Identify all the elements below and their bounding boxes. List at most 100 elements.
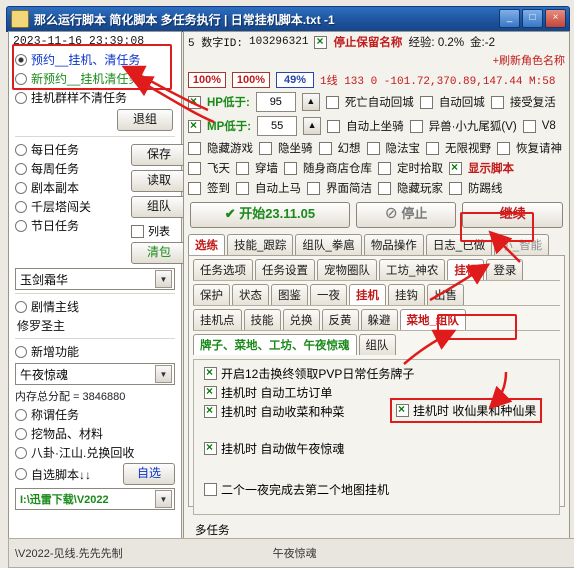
radio-icon[interactable] bbox=[15, 345, 27, 358]
radio-option-group-noclear[interactable]: 挂机群样不清任务 bbox=[9, 88, 181, 107]
minimize-button[interactable]: _ bbox=[499, 9, 520, 28]
tab-item-ops[interactable]: 物品操作 bbox=[363, 234, 424, 255]
hp-threshold-input[interactable] bbox=[255, 92, 296, 112]
radio-icon[interactable] bbox=[15, 446, 27, 459]
tab-afk-2[interactable]: 挂机 bbox=[349, 284, 386, 305]
task-tower[interactable]: 千层塔闯关 bbox=[9, 197, 127, 216]
signin-checkbox[interactable] bbox=[188, 181, 201, 195]
mp-threshold-checkbox[interactable] bbox=[188, 118, 201, 133]
dig-items-radio[interactable]: 挖物品、材料 bbox=[9, 424, 181, 443]
radio-icon[interactable] bbox=[15, 468, 27, 480]
tab-afk[interactable]: 挂机 bbox=[447, 259, 485, 280]
self-select-button[interactable]: 自选 bbox=[123, 463, 175, 485]
option-midnight-soul[interactable]: 挂机时 自动做午夜惊魂 bbox=[198, 439, 555, 458]
task-daily[interactable]: 每日任务 bbox=[9, 140, 127, 159]
tab-tokens-farm-workshop[interactable]: 牌子、菜地、工坊、午夜惊魂 bbox=[193, 334, 357, 355]
refresh-name-link[interactable]: +刷新角色名称 bbox=[493, 52, 565, 68]
restore-god-checkbox[interactable] bbox=[497, 141, 510, 155]
radio-icon[interactable] bbox=[15, 219, 27, 232]
mp-stepper[interactable]: ▲ bbox=[303, 117, 322, 135]
through-wall-checkbox[interactable] bbox=[236, 161, 249, 175]
tab-exchange[interactable]: 兑换 bbox=[282, 309, 320, 330]
quit-group-button[interactable]: 退组 bbox=[117, 109, 173, 131]
checkbox-icon[interactable] bbox=[396, 402, 409, 417]
tab-xuanlian[interactable]: 选练 bbox=[188, 234, 225, 255]
mp-threshold-input[interactable] bbox=[257, 116, 298, 136]
radio-icon[interactable] bbox=[15, 143, 27, 156]
tab-one-night[interactable]: 一夜 bbox=[310, 284, 347, 305]
tab-status[interactable]: 状态 bbox=[232, 284, 269, 305]
checkbox-icon[interactable] bbox=[204, 365, 217, 380]
tab-avoid[interactable]: 躲避 bbox=[360, 309, 398, 330]
tab-smart[interactable]: 小_智能 bbox=[494, 234, 550, 255]
path-combo[interactable]: I:\迅雷下载\V2022 ▼ bbox=[15, 488, 175, 510]
anti-kick-checkbox[interactable] bbox=[378, 161, 391, 175]
checkbox-icon[interactable] bbox=[204, 384, 217, 399]
close-button[interactable]: × bbox=[545, 9, 566, 28]
option-immortal-fruit[interactable]: 挂机时 收仙果和种仙果 bbox=[390, 398, 543, 423]
tab-team[interactable]: 组队 bbox=[358, 334, 396, 355]
radio-icon[interactable] bbox=[15, 427, 27, 440]
pet-fox-checkbox[interactable] bbox=[409, 119, 423, 133]
checkbox-icon[interactable] bbox=[204, 403, 217, 418]
tab-skills[interactable]: 技能 bbox=[243, 309, 281, 330]
stop-keep-name-checkbox[interactable] bbox=[314, 34, 328, 49]
task-script-copy[interactable]: 剧本副本 bbox=[9, 178, 127, 197]
team-button[interactable]: 组队 bbox=[131, 196, 187, 218]
auto-horse-checkbox[interactable] bbox=[236, 181, 249, 195]
start-button[interactable]: ✔ 开始23.11.05 bbox=[190, 202, 350, 228]
chevron-down-icon[interactable]: ▼ bbox=[155, 270, 172, 288]
hide-artifact-checkbox[interactable] bbox=[366, 141, 380, 155]
portable-shop-checkbox[interactable] bbox=[307, 181, 320, 195]
radio-icon[interactable] bbox=[15, 72, 27, 85]
radio-icon[interactable] bbox=[15, 200, 27, 213]
auto-mount-checkbox[interactable] bbox=[327, 119, 341, 133]
tab-login[interactable]: 登录 bbox=[486, 259, 524, 280]
hp-threshold-checkbox[interactable] bbox=[188, 94, 201, 109]
tabs-row-4[interactable]: 挂机点 技能 兑换 反黄 躲避 菜地_组队 bbox=[189, 306, 564, 330]
tab-afk-point[interactable]: 挂机点 bbox=[193, 309, 242, 330]
tabs-row-5[interactable]: 牌子、菜地、工坊、午夜惊魂 组队 bbox=[189, 331, 564, 355]
clear-bag-button[interactable]: 清包 bbox=[131, 242, 187, 264]
tab-log-done[interactable]: 日志_已做 bbox=[425, 234, 493, 255]
auto-return-city-checkbox[interactable] bbox=[419, 95, 433, 109]
tab-task-options[interactable]: 任务选项 bbox=[193, 259, 253, 280]
tab-hook[interactable]: 挂钩 bbox=[388, 284, 425, 305]
show-script-checkbox[interactable] bbox=[449, 160, 462, 175]
task-festival[interactable]: 节日任务 bbox=[9, 216, 127, 235]
radio-icon[interactable] bbox=[15, 91, 27, 104]
checkbox-icon[interactable] bbox=[204, 483, 217, 496]
stop-button[interactable]: ⊘ 停止 bbox=[355, 202, 457, 228]
hp-stepper[interactable]: ▲ bbox=[301, 93, 320, 111]
tabs-row-1[interactable]: 选练 技能_跟踪 组队_拳扈 物品操作 日志_已做 小_智能 bbox=[184, 232, 569, 255]
load-button[interactable]: 读取 bbox=[131, 170, 187, 192]
title-task-radio[interactable]: 称谓任务 bbox=[9, 405, 181, 424]
fly-checkbox[interactable] bbox=[188, 161, 201, 175]
task-weekly[interactable]: 每周任务 bbox=[9, 159, 127, 178]
tab-protect[interactable]: 保护 bbox=[193, 284, 230, 305]
tabs-row-2[interactable]: 任务选项 任务设置 宠物圈队 工坊_神农 挂机 登录 bbox=[189, 256, 564, 280]
chevron-down-icon[interactable]: ▼ bbox=[155, 490, 172, 508]
radio-icon[interactable] bbox=[15, 53, 27, 66]
illusion-checkbox[interactable] bbox=[318, 141, 332, 155]
tab-pet-team[interactable]: 宠物圈队 bbox=[317, 259, 377, 280]
radio-icon[interactable] bbox=[15, 162, 27, 175]
radio-icon[interactable] bbox=[15, 181, 27, 194]
radio-option-new-prebook[interactable]: 新预约__挂机清任务 bbox=[9, 69, 181, 88]
list-checkbox[interactable]: 列表 bbox=[127, 222, 181, 240]
chevron-down-icon[interactable]: ▼ bbox=[155, 365, 172, 383]
tab-workshop-farm[interactable]: 工坊_神农 bbox=[379, 259, 446, 280]
radio-icon[interactable] bbox=[15, 408, 27, 421]
story-main-radio[interactable]: 剧情主线 bbox=[9, 297, 181, 316]
bagua-exchange-radio[interactable]: 八卦·江山.兑换回收 bbox=[9, 443, 181, 462]
death-return-city-checkbox[interactable] bbox=[325, 95, 339, 109]
weapon-combo[interactable]: 玉剑霜华 ▼ bbox=[15, 268, 175, 290]
new-feature-radio[interactable]: 新增功能 bbox=[9, 342, 181, 361]
tab-team-fist[interactable]: 组队_拳扈 bbox=[295, 234, 362, 255]
radio-icon[interactable] bbox=[15, 300, 27, 313]
self-select-script-radio[interactable]: 自选脚本↓↓ 自选 bbox=[9, 462, 181, 486]
v8-checkbox[interactable] bbox=[522, 119, 536, 133]
hide-mount-checkbox[interactable] bbox=[259, 141, 272, 155]
hide-players-checkbox[interactable] bbox=[284, 161, 297, 175]
tab-farm-team[interactable]: 菜地_组队 bbox=[399, 309, 466, 330]
